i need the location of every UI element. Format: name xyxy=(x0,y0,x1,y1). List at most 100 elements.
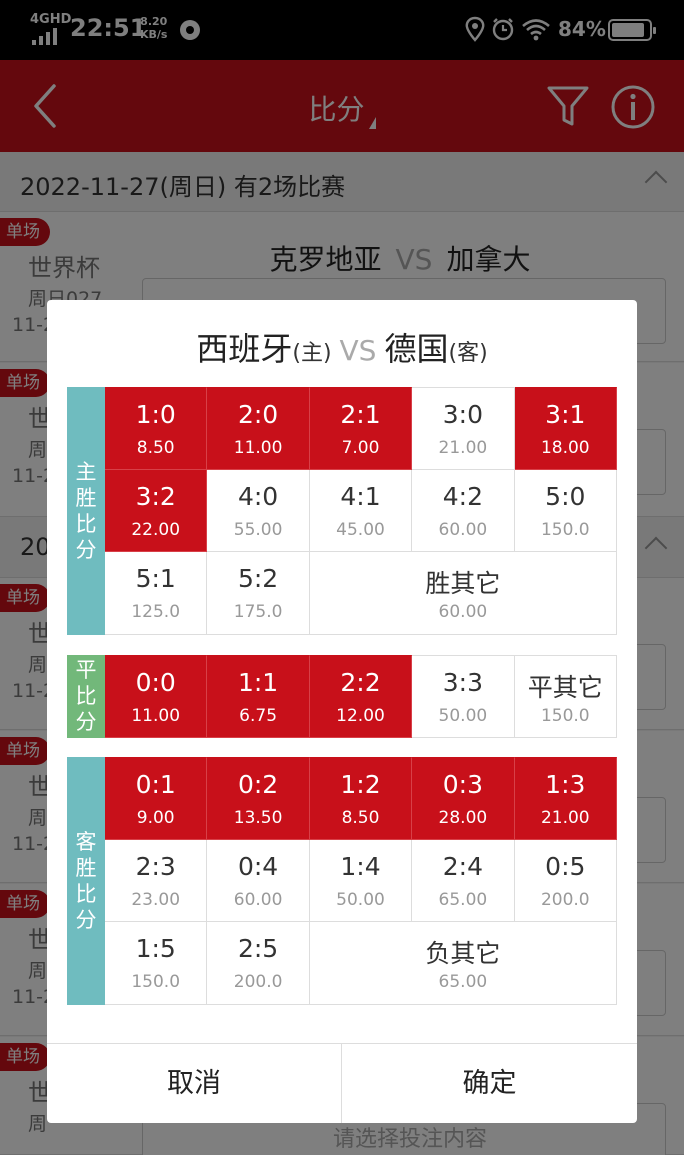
score-value: 3:3 xyxy=(442,668,483,697)
score-option[interactable]: 0:0 11.00 xyxy=(105,655,208,738)
score-option[interactable]: 4:1 45.00 xyxy=(309,469,413,553)
score-option[interactable]: 5:0 150.0 xyxy=(514,469,617,553)
odds-value: 18.00 xyxy=(540,438,590,458)
score-value: 0:2 xyxy=(237,770,279,799)
odds-value: 50.00 xyxy=(438,706,488,726)
score-option[interactable]: 3:3 50.00 xyxy=(412,655,515,738)
score-value: 0:0 xyxy=(135,668,176,697)
score-value: 5:0 xyxy=(545,481,586,511)
draw-label: 平比分 xyxy=(67,655,105,738)
score-value: 0:5 xyxy=(545,851,586,881)
score-option[interactable]: 5:2 175.0 xyxy=(207,552,310,636)
score-value: 0:1 xyxy=(135,770,176,799)
odds-value: 65.00 xyxy=(438,889,488,910)
score-value: 2:0 xyxy=(237,400,279,429)
odds-value: 55.00 xyxy=(233,519,283,540)
odds-value: 150.0 xyxy=(131,972,181,993)
score-value: 3:0 xyxy=(442,400,483,429)
confirm-button[interactable]: 确定 xyxy=(342,1044,637,1123)
score-option[interactable]: 平其它 150.0 xyxy=(514,655,617,738)
score-value: 5:1 xyxy=(135,564,176,594)
score-option[interactable]: 1:0 8.50 xyxy=(105,387,208,470)
cancel-button[interactable]: 取消 xyxy=(47,1044,342,1123)
odds-value: 21.00 xyxy=(438,438,488,458)
odds-value: 6.75 xyxy=(239,706,278,726)
odds-value: 60.00 xyxy=(438,602,488,623)
score-option[interactable]: 3:1 18.00 xyxy=(514,387,617,470)
draw-scores: 平比分 0:0 11.00 1:1 6.75 2:2 12.00 3:3 50.00 平其它 150… xyxy=(67,655,617,738)
score-option[interactable]: 0:3 28.00 xyxy=(412,757,515,840)
score-value: 3:1 xyxy=(545,400,586,429)
score-value: 负其它 xyxy=(425,939,501,969)
odds-value: 12.00 xyxy=(336,706,385,726)
score-option[interactable]: 1:2 8.50 xyxy=(309,757,413,840)
score-value: 1:3 xyxy=(545,770,586,799)
score-option[interactable]: 0:4 60.00 xyxy=(207,839,310,923)
odds-value: 150.0 xyxy=(540,519,590,540)
score-option[interactable]: 0:2 13.50 xyxy=(207,757,310,840)
score-value: 2:1 xyxy=(340,400,381,429)
odds-value: 150.0 xyxy=(540,706,590,726)
away-win-label: 客胜比分 xyxy=(67,757,105,1006)
score-value: 1:2 xyxy=(340,770,381,799)
score-option[interactable]: 负其它 65.00 xyxy=(309,922,617,1006)
score-option[interactable]: 5:1 125.0 xyxy=(105,552,208,636)
odds-value: 200.0 xyxy=(233,972,283,993)
odds-value: 28.00 xyxy=(438,808,488,828)
odds-value: 65.00 xyxy=(438,972,488,993)
score-value: 2:2 xyxy=(340,668,381,697)
odds-value: 60.00 xyxy=(233,889,283,910)
score-value: 胜其它 xyxy=(425,569,501,599)
score-option[interactable]: 4:2 60.00 xyxy=(412,469,515,553)
score-option[interactable]: 1:5 150.0 xyxy=(105,922,208,1006)
odds-value: 11.00 xyxy=(131,706,181,726)
score-option[interactable]: 3:2 22.00 xyxy=(105,469,208,553)
odds-value: 200.0 xyxy=(540,889,590,910)
score-option[interactable]: 3:0 21.00 xyxy=(412,387,515,470)
score-value: 4:2 xyxy=(442,481,483,511)
odds-value: 175.0 xyxy=(233,602,283,623)
odds-value: 9.00 xyxy=(136,808,175,828)
home-win-scores: 主胜比分 1:0 8.50 2:0 11.00 2:1 7.00 3:0 21.00 3:1 18.… xyxy=(67,387,617,636)
score-value: 平其它 xyxy=(527,673,603,702)
odds-value: 7.00 xyxy=(341,438,380,458)
score-option[interactable]: 2:4 65.00 xyxy=(412,839,515,923)
odds-value: 50.00 xyxy=(336,889,385,910)
odds-value: 125.0 xyxy=(131,602,181,623)
odds-value: 60.00 xyxy=(438,519,488,540)
odds-value: 8.50 xyxy=(341,808,380,828)
odds-value: 45.00 xyxy=(336,519,385,540)
score-option[interactable]: 胜其它 60.00 xyxy=(309,552,617,636)
score-option[interactable]: 1:3 21.00 xyxy=(514,757,617,840)
odds-value: 23.00 xyxy=(131,889,181,910)
score-option[interactable]: 1:1 6.75 xyxy=(207,655,310,738)
score-option[interactable]: 2:3 23.00 xyxy=(105,839,208,923)
score-option[interactable]: 2:0 11.00 xyxy=(207,387,310,470)
score-option[interactable]: 2:1 7.00 xyxy=(309,387,413,470)
score-option[interactable]: 1:4 50.00 xyxy=(309,839,413,923)
odds-value: 8.50 xyxy=(136,438,175,458)
score-value: 1:0 xyxy=(135,400,176,429)
odds-value: 11.00 xyxy=(233,438,283,458)
away-win-scores: 客胜比分 0:1 9.00 0:2 13.50 1:2 8.50 0:3 28.00 1:3 21.… xyxy=(67,757,617,1006)
score-option[interactable]: 0:1 9.00 xyxy=(105,757,208,840)
score-value: 4:0 xyxy=(237,481,279,511)
score-value: 2:4 xyxy=(442,851,483,881)
score-option[interactable]: 2:2 12.00 xyxy=(309,655,413,738)
odds-value: 22.00 xyxy=(131,519,181,540)
score-value: 2:3 xyxy=(135,851,176,881)
dialog-footer: 取消 确定 xyxy=(47,1043,637,1123)
score-value: 0:4 xyxy=(237,851,279,881)
score-value: 4:1 xyxy=(340,481,381,511)
odds-value: 13.50 xyxy=(233,808,283,828)
score-select-dialog: 西班牙(主) VS 德国(客) 主胜比分 1:0 8.50 2:0 11.00 2:1 7.00… xyxy=(47,300,637,1123)
dialog-title: 西班牙(主) VS 德国(客) xyxy=(196,330,488,368)
odds-value: 21.00 xyxy=(540,808,590,828)
score-value: 5:2 xyxy=(237,564,279,594)
home-win-label: 主胜比分 xyxy=(67,387,105,636)
score-option[interactable]: 2:5 200.0 xyxy=(207,922,310,1006)
score-option[interactable]: 0:5 200.0 xyxy=(514,839,617,923)
score-value: 1:5 xyxy=(135,934,176,964)
score-value: 1:4 xyxy=(340,851,381,881)
score-option[interactable]: 4:0 55.00 xyxy=(207,469,310,553)
